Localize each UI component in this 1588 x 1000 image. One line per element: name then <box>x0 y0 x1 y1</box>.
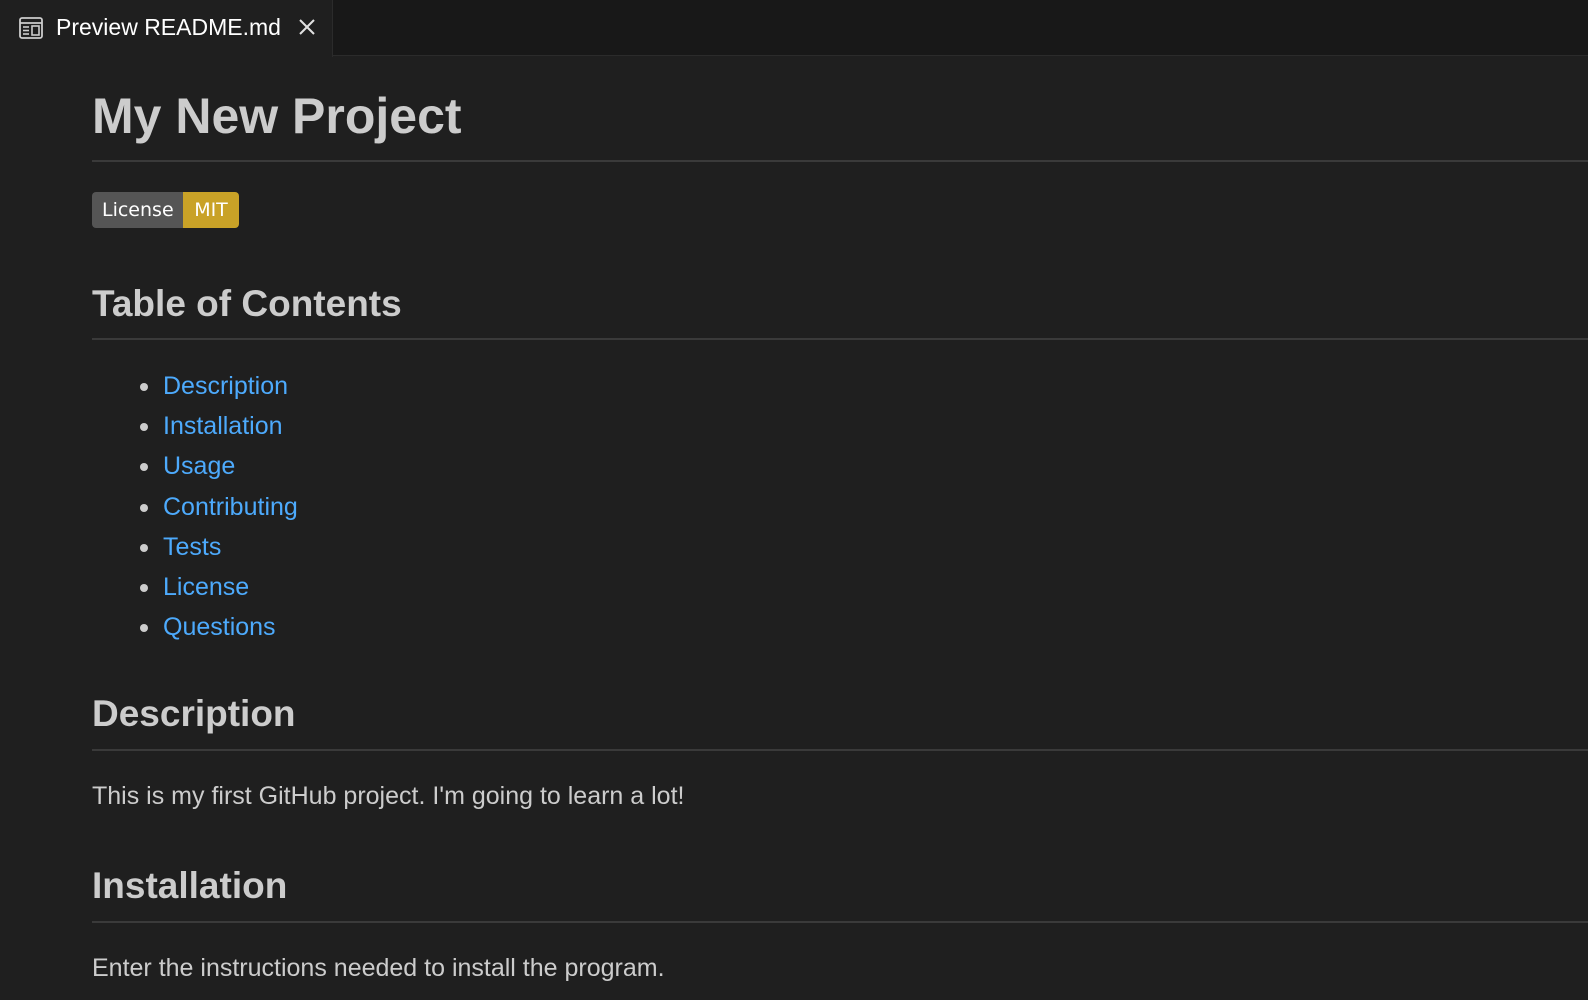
list-item: Description <box>92 366 298 406</box>
toc-link-description[interactable]: Description <box>163 372 288 400</box>
toc-link-installation[interactable]: Installation <box>163 412 283 440</box>
close-icon[interactable] <box>296 16 318 38</box>
list-item: Usage <box>92 446 298 486</box>
table-of-contents: Description Installation Usage Contribut… <box>92 366 298 647</box>
description-text: This is my first GitHub project. I'm goi… <box>92 782 685 810</box>
installation-divider <box>92 921 1588 923</box>
toc-link-tests[interactable]: Tests <box>163 533 221 561</box>
description-divider <box>92 749 1588 751</box>
document-title: My New Project <box>92 88 462 144</box>
preview-icon <box>19 17 43 39</box>
list-item: Tests <box>92 527 298 567</box>
toc-link-usage[interactable]: Usage <box>163 452 235 480</box>
toc-link-contributing[interactable]: Contributing <box>163 493 298 521</box>
tab-label: Preview README.md <box>56 14 281 40</box>
list-item: License <box>92 567 298 607</box>
license-badge[interactable]: License MIT <box>92 192 239 228</box>
toc-heading: Table of Contents <box>92 283 402 324</box>
list-item: Questions <box>92 607 298 647</box>
installation-heading: Installation <box>92 865 288 906</box>
editor-tab-bar: Preview README.md <box>0 0 1588 57</box>
list-item: Contributing <box>92 487 298 527</box>
toc-divider <box>92 338 1588 340</box>
description-heading: Description <box>92 693 296 734</box>
toc-link-questions[interactable]: Questions <box>163 613 276 641</box>
license-badge-value: MIT <box>183 192 239 228</box>
installation-text: Enter the instructions needed to install… <box>92 954 665 982</box>
license-badge-label: License <box>92 192 183 228</box>
list-item: Installation <box>92 406 298 446</box>
title-divider <box>92 160 1588 162</box>
toc-link-license[interactable]: License <box>163 573 249 601</box>
tab-preview-readme[interactable]: Preview README.md <box>0 0 333 57</box>
